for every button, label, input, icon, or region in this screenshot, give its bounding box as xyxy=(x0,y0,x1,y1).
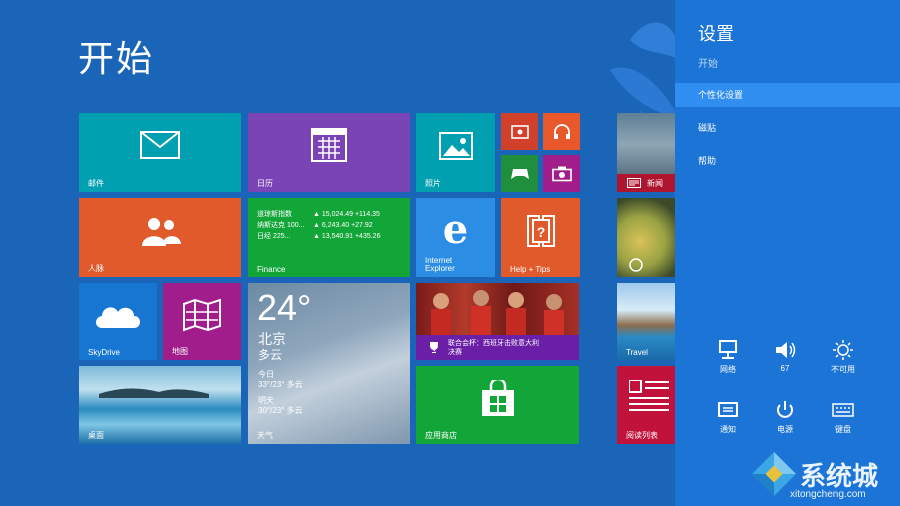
maps-label: 地图 xyxy=(172,347,188,356)
keyboard-label: 键盘 xyxy=(835,425,851,434)
sports-caption: 联合会杯：西班牙击败意大利 决赛 xyxy=(416,335,579,360)
news-label: 新闻 xyxy=(647,179,663,188)
tiles-menu-item[interactable]: 磁贴 xyxy=(675,116,900,140)
power-icon xyxy=(777,401,793,418)
brightness-icon xyxy=(833,340,853,360)
music-tile[interactable] xyxy=(543,113,580,150)
skydrive-label: SkyDrive xyxy=(88,348,121,357)
photos-tile[interactable]: 照片 xyxy=(416,113,495,192)
keyboard-button[interactable]: 键盘 xyxy=(817,398,869,435)
cloud-icon xyxy=(96,307,140,329)
desktop-tile[interactable]: 桌面 xyxy=(79,366,241,444)
internet-explorer-tile[interactable]: e Internet Explorer xyxy=(416,198,495,277)
video-icon xyxy=(510,124,529,139)
finance-row: 日经 225... ▲ 13,540.91 +435.26 xyxy=(257,233,381,240)
mail-label: 邮件 xyxy=(88,179,104,188)
weather-tomorrow: 30°/23° 多云 xyxy=(258,406,303,415)
network-button[interactable]: 网络 xyxy=(702,338,754,375)
photos-label: 照片 xyxy=(425,179,441,188)
store-tile[interactable]: 应用商店 xyxy=(416,366,579,444)
network-icon xyxy=(719,340,737,359)
store-label: 应用商店 xyxy=(425,431,457,440)
food-tile[interactable] xyxy=(617,198,675,277)
finance-row: 纳斯达克 100... ▲ 6,243.40 +27.92 xyxy=(257,222,373,229)
sports-tile[interactable]: 联合会杯：西班牙击败意大利 决赛 xyxy=(416,283,579,360)
people-icon xyxy=(142,218,181,247)
volume-label: 67 xyxy=(780,364,790,373)
travel-label: Travel xyxy=(626,348,648,357)
start-title: 开始 xyxy=(78,38,155,79)
settings-charm-pane: 设置 开始 个性化设置 磁贴 帮助 网络 67 不可用 通知 电源 键盘 xyxy=(675,0,900,506)
charm-subtitle: 开始 xyxy=(698,59,718,70)
skydrive-tile[interactable]: SkyDrive xyxy=(79,283,157,360)
power-button[interactable]: 电源 xyxy=(759,398,811,435)
watermark-url: xitongcheng.com xyxy=(790,489,866,500)
camera-tile[interactable] xyxy=(543,155,580,192)
volume-button[interactable]: 67 xyxy=(759,338,811,373)
photos-icon xyxy=(438,132,473,161)
power-label: 电源 xyxy=(777,425,793,434)
people-label: 人脉 xyxy=(88,264,104,273)
weather-tile[interactable]: 24° 北京 多云 今日 33°/23° 多云 明天 30°/23° 多云 天气 xyxy=(248,283,410,444)
calendar-label: 日历 xyxy=(257,179,273,188)
watermark-text: 系统城 xyxy=(800,461,879,491)
weather-today: 33°/23° 多云 xyxy=(258,380,303,389)
sports-headline-2: 决赛 xyxy=(448,349,462,356)
svg-text:?: ? xyxy=(536,224,545,240)
news-icon xyxy=(627,178,641,188)
news-tile[interactable]: 新闻 xyxy=(617,113,675,192)
camera-icon xyxy=(551,166,572,181)
calendar-icon xyxy=(311,127,347,162)
notifications-label: 通知 xyxy=(720,425,736,434)
help-label: Help + Tips xyxy=(510,265,551,274)
mail-tile[interactable]: 邮件 xyxy=(79,113,241,192)
network-label: 网络 xyxy=(720,365,736,374)
internet-explorer-icon: e xyxy=(442,205,469,253)
weather-label: 天气 xyxy=(257,431,273,440)
notifications-icon xyxy=(718,402,738,417)
weather-temperature: 24° xyxy=(257,287,312,328)
personalize-menu-item[interactable]: 个性化设置 xyxy=(675,83,900,107)
weather-condition: 多云 xyxy=(258,348,283,362)
games-tile[interactable] xyxy=(501,155,538,192)
finance-quotes: 道琼斯指数 ▲ 15,024.49 +114.35 纳斯达克 100... ▲ 6,… xyxy=(257,209,380,242)
video-tile[interactable] xyxy=(501,113,538,150)
calendar-tile[interactable]: 日历 xyxy=(248,113,410,192)
headphones-icon xyxy=(553,123,570,139)
help-icon: ? xyxy=(526,215,555,248)
finance-label: Finance xyxy=(257,265,286,274)
travel-tile[interactable]: Travel xyxy=(617,283,675,360)
sports-headline: 联合会杯：西班牙击败意大利 xyxy=(448,340,539,347)
help-tips-tile[interactable]: ? Help + Tips xyxy=(501,198,580,277)
ie-label: Internet Explorer xyxy=(425,256,455,273)
desktop-label: 桌面 xyxy=(88,431,104,440)
news-caption: 新闻 xyxy=(617,174,675,192)
food-icon xyxy=(629,258,643,272)
keyboard-icon xyxy=(832,403,854,417)
help-menu-item[interactable]: 帮助 xyxy=(675,149,900,173)
maps-tile[interactable]: 地图 xyxy=(163,283,241,360)
reading-list-tile[interactable]: 阅读列表 xyxy=(617,366,675,444)
desktop-wallpaper-rocks xyxy=(99,388,209,398)
reading-list-label: 阅读列表 xyxy=(626,431,658,440)
mail-icon xyxy=(140,130,180,159)
people-tile[interactable]: 人脉 xyxy=(79,198,241,277)
notifications-button[interactable]: 通知 xyxy=(702,398,754,435)
brightness-button[interactable]: 不可用 xyxy=(817,338,869,375)
game-controller-icon xyxy=(510,168,529,179)
store-bag-icon xyxy=(481,379,514,416)
brightness-label: 不可用 xyxy=(831,365,855,374)
volume-icon xyxy=(776,342,796,358)
map-icon xyxy=(183,298,221,332)
sports-photo xyxy=(431,290,564,335)
finance-row: 道琼斯指数 ▲ 15,024.49 +114.35 xyxy=(257,211,380,218)
trophy-icon xyxy=(430,342,438,353)
finance-tile[interactable]: 道琼斯指数 ▲ 15,024.49 +114.35 纳斯达克 100... ▲ 6,… xyxy=(248,198,410,277)
charm-title: 设置 xyxy=(698,24,734,44)
reading-list-icon xyxy=(629,380,669,411)
